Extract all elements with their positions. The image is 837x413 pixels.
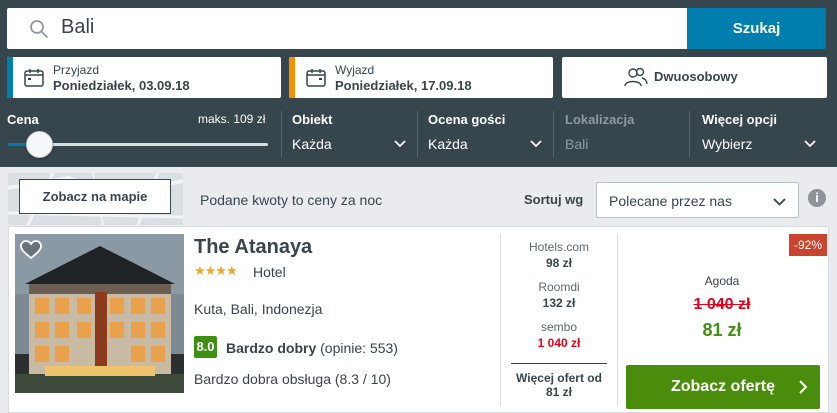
rating-score-badge: 8.0 — [194, 336, 217, 358]
sort-label: Sortuj wg — [524, 192, 584, 207]
search-query: Bali — [61, 16, 95, 38]
rating-summary[interactable]: Bardzo dobry (opinie: 553) — [226, 340, 398, 356]
filter-divider — [689, 111, 690, 157]
checkin-color-stripe — [7, 57, 13, 98]
checkin-value: Poniedziałek, 03.09.18 — [53, 78, 190, 93]
more-options-value: Wybierz — [702, 136, 753, 152]
search-button[interactable]: Szukaj — [687, 8, 826, 49]
location-filter-value: Bali — [565, 136, 589, 152]
favorite-heart-icon[interactable] — [20, 240, 42, 260]
offer-price: 98 zł — [545, 256, 572, 270]
property-filter-title: Obiekt — [292, 112, 333, 127]
rating-label: Bardzo dobry — [226, 340, 317, 356]
calendar-icon — [24, 69, 44, 87]
guest-rating-filter[interactable]: Ocena gości Każda — [428, 107, 542, 163]
search-input[interactable]: Bali — [7, 8, 687, 49]
filter-divider — [417, 111, 418, 157]
card-divider — [500, 234, 501, 406]
price-filter-title: Cena — [7, 112, 39, 127]
search-icon — [30, 20, 48, 38]
guest-rating-filter-value: Każda — [428, 136, 468, 152]
property-filter-value: Każda — [292, 136, 332, 152]
discount-badge: -92% — [789, 234, 827, 256]
hotel-type: Hotel — [253, 264, 286, 280]
offer-provider: sembo — [540, 320, 578, 334]
sub-rating-text: Bardzo dobra obsługa (8.3 / 10) — [194, 371, 391, 387]
rating-count: (opinie: 553) — [316, 340, 398, 356]
checkout-value: Poniedziałek, 17.09.18 — [335, 78, 472, 93]
filter-divider — [553, 111, 554, 157]
chevron-right-icon — [799, 380, 808, 394]
people-icon — [624, 67, 648, 87]
best-deal-site: Agoda — [704, 274, 740, 288]
old-price: 1 040 zł — [693, 296, 751, 313]
sort-select-value: Polecane przez nas — [609, 193, 732, 209]
more-options-filter[interactable]: Więcej opcji Wybierz — [702, 107, 816, 163]
offer-provider: Roomdi — [538, 280, 580, 294]
show-map-button[interactable]: Zobacz na mapie — [19, 179, 171, 214]
more-options-title: Więcej opcji — [702, 112, 778, 127]
price-note: Podane kwoty to ceny za noc — [200, 192, 383, 208]
more-offers-label: Więcej ofert od — [516, 371, 602, 385]
offer-provider: Hotels.com — [528, 240, 590, 254]
checkin-label: Przyjazd — [53, 63, 100, 77]
hotel-location[interactable]: Kuta, Bali, Indonezja — [194, 301, 322, 317]
property-filter[interactable]: Obiekt Każda — [292, 107, 406, 163]
checkin-date-field[interactable]: Przyjazd Poniedziałek, 03.09.18 — [7, 57, 281, 98]
location-filter-title: Lokalizacja — [565, 112, 635, 127]
chevron-down-icon — [394, 140, 406, 148]
chevron-down-icon — [530, 140, 542, 148]
checkout-color-stripe — [289, 57, 295, 98]
offer-item[interactable]: Roomdi 132 zł — [508, 280, 610, 310]
offer-item[interactable]: sembo 1 040 zł — [508, 320, 610, 350]
room-type-value: Dwuosobowy — [654, 69, 738, 84]
chevron-down-icon — [804, 140, 816, 148]
best-price: 81 zł — [702, 320, 742, 340]
more-offers-link[interactable]: Więcej ofert od 81 zł — [508, 371, 610, 399]
offer-price: 1 040 zł — [537, 336, 581, 350]
chevron-down-icon — [773, 198, 786, 206]
price-max-label: maks. 109 zł — [198, 112, 266, 126]
offer-item[interactable]: Hotels.com 98 zł — [508, 240, 610, 270]
offer-price: 132 zł — [542, 296, 576, 310]
filter-divider — [281, 111, 282, 157]
view-deal-label: Zobacz ofertę — [670, 378, 775, 395]
info-icon[interactable]: i — [808, 189, 826, 207]
hotel-name[interactable]: The Atanaya — [194, 236, 312, 259]
more-offers-price: 81 zł — [545, 385, 572, 399]
guest-rating-filter-title: Ocena gości — [428, 112, 506, 127]
sort-select[interactable]: Polecane przez nas — [596, 182, 799, 218]
hotel-star-rating: ★★★★ — [194, 263, 238, 278]
location-filter: Lokalizacja Bali — [565, 107, 679, 163]
checkout-label: Wyjazd — [335, 63, 375, 77]
offers-divider — [511, 363, 607, 364]
room-type-selector[interactable]: Dwuosobowy — [562, 57, 827, 98]
calendar-icon — [306, 69, 326, 87]
card-divider — [617, 234, 618, 406]
checkout-date-field[interactable]: Wyjazd Poniedziałek, 17.09.18 — [289, 57, 553, 98]
view-deal-button[interactable]: Zobacz ofertę — [626, 365, 820, 409]
